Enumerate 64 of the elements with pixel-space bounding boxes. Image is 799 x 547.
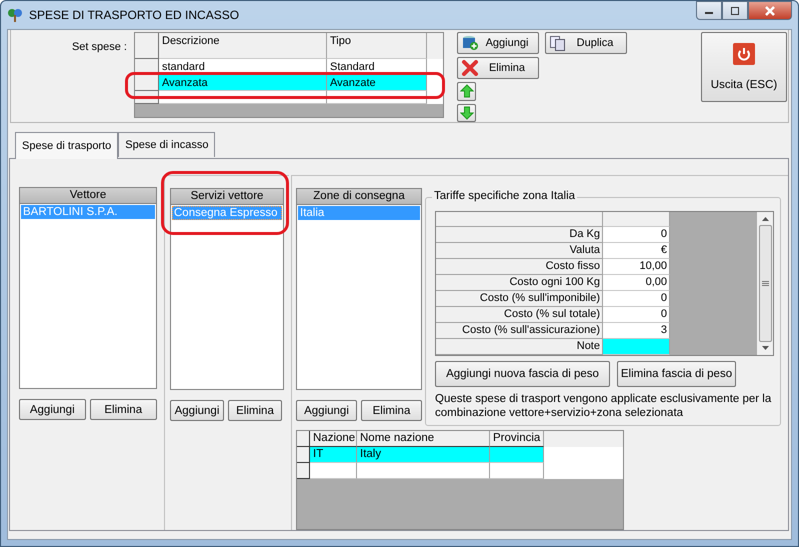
row-label: Costo (% sul totale) — [436, 307, 603, 323]
maximize-button[interactable] — [722, 1, 748, 20]
table-cell[interactable]: 10,00 — [603, 259, 670, 275]
move-down-button[interactable] — [457, 104, 476, 122]
row-header[interactable] — [297, 447, 310, 463]
delete-button[interactable]: Elimina — [361, 400, 422, 421]
close-icon — [764, 6, 776, 16]
database-add-icon — [461, 35, 479, 51]
delete-weight-band-button[interactable]: Elimina fascia di peso — [617, 361, 736, 387]
tab[interactable]: Spese di incasso — [118, 132, 216, 157]
row-label: Note — [436, 339, 603, 355]
table-cell: Avanzata — [159, 75, 327, 91]
close-button[interactable] — [748, 1, 792, 20]
table-cell[interactable]: 3 — [603, 323, 670, 339]
group-title: Tariffe specifiche zona Italia — [432, 190, 578, 202]
set-spese-label: Set spese : — [70, 40, 128, 55]
add-button[interactable]: Aggiungi — [19, 399, 86, 420]
delete-button[interactable]: Elimina — [90, 399, 157, 420]
row-header[interactable] — [297, 463, 310, 479]
table-cell — [490, 447, 544, 463]
add-button[interactable]: Aggiungi — [457, 32, 539, 54]
down-arrow-icon — [460, 106, 474, 120]
table-cell — [490, 463, 544, 479]
table-cell: Avanzate — [327, 75, 427, 91]
duplicate-button[interactable]: Duplica — [545, 32, 627, 54]
table-cell[interactable]: € — [603, 243, 670, 259]
table-cell[interactable]: 0 — [603, 307, 670, 323]
row-label: Costo (% sull'assicurazione) — [436, 323, 603, 339]
tree-icon — [7, 7, 23, 23]
exit-button[interactable]: Uscita (ESC) — [701, 32, 787, 102]
table-cell[interactable]: 0,00 — [603, 275, 670, 291]
copy-icon — [549, 35, 567, 51]
table-cell: Italy — [357, 447, 490, 463]
row-label: Costo ogni 100 Kg — [436, 275, 603, 291]
delete-button[interactable]: Elimina — [228, 400, 282, 421]
scroll-down-icon[interactable] — [762, 346, 768, 350]
x-icon — [461, 60, 479, 76]
grip-icon — [762, 280, 768, 286]
row-label: Valuta — [436, 243, 603, 259]
table-cell[interactable]: 0 — [603, 291, 670, 307]
info-text: Queste spese di trasport vengono applicate esclusivamente per la combinazione vettore+servizio+zona selezionata — [435, 392, 772, 420]
list-header: Vettore — [19, 187, 157, 204]
row-label: Costo (% sull'imponibile) — [436, 291, 603, 307]
scroll-up-icon[interactable] — [762, 217, 768, 221]
table-cell[interactable] — [603, 339, 670, 355]
table-cell[interactable]: 0 — [603, 227, 670, 243]
list-header: Zone di consegna — [296, 188, 422, 205]
move-up-button[interactable] — [457, 82, 476, 100]
window-title: SPESE DI TRASPORTO ED INCASSO — [29, 8, 240, 22]
minimize-button[interactable] — [696, 1, 722, 20]
add-button[interactable]: Aggiungi — [296, 400, 357, 421]
row-label: Costo fisso — [436, 259, 603, 275]
table-cell — [310, 463, 357, 479]
add-button[interactable]: Aggiungi — [170, 400, 224, 421]
tab[interactable]: Spese di trasporto — [15, 132, 118, 159]
scroll-thumb[interactable] — [758, 225, 772, 342]
maximize-icon — [730, 6, 740, 14]
up-arrow-icon — [460, 84, 474, 98]
list-header: Servizi vettore — [170, 188, 284, 205]
table-cell: IT — [310, 447, 357, 463]
delete-button[interactable]: Elimina — [457, 57, 539, 79]
add-weight-band-button[interactable]: Aggiungi nuova fascia di peso — [435, 361, 610, 387]
row-label: Da Kg — [436, 227, 603, 243]
power-icon — [733, 43, 755, 65]
